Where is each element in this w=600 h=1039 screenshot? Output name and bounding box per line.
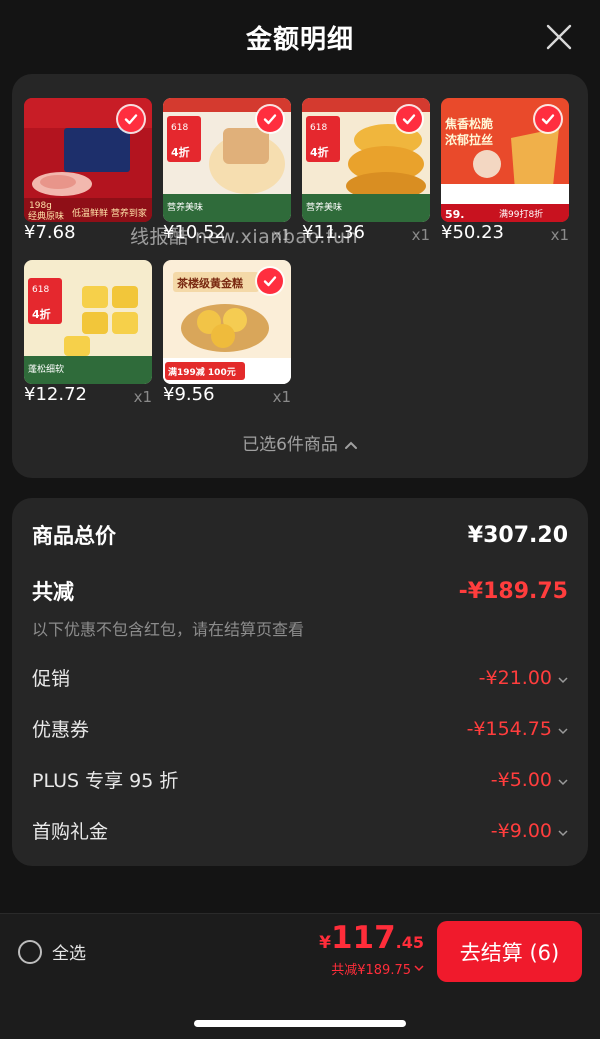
select-all-toggle[interactable]: 全选: [18, 939, 86, 964]
discount-item-value: -¥154.75: [466, 717, 552, 740]
discount-item-row[interactable]: PLUS 专享 95 折 -¥5.00: [32, 766, 568, 793]
discount-summary-label: 共减¥189.75: [331, 963, 411, 978]
product-image-text: 茶楼级黄金糕: [176, 276, 243, 290]
discount-item-value: -¥5.00: [490, 768, 552, 791]
discount-item-value: -¥9.00: [490, 819, 552, 842]
discount-summary-toggle[interactable]: 共减¥189.75: [331, 959, 424, 978]
selected-check-icon[interactable]: [257, 268, 283, 294]
discount-item-label: 优惠券: [32, 719, 90, 741]
product-item[interactable]: 198g 经典原味 低温鲜鲜 营养到家 ¥7.68: [24, 98, 152, 248]
discount-note: 以下优惠不包含红包，请在结算页查看: [32, 620, 305, 639]
product-image-text: 198g: [29, 201, 52, 211]
product-image-text: 营养美味: [306, 201, 342, 213]
selected-check-icon[interactable]: [118, 106, 144, 132]
chevron-up-icon: [344, 435, 358, 455]
chevron-down-icon: [414, 961, 424, 976]
page-title: 金额明细: [245, 24, 354, 55]
product-image-text: 经典原味: [28, 210, 64, 222]
discount-item-row[interactable]: 首购礼金 -¥9.00: [32, 817, 568, 844]
pay-amount-decimal: .45: [395, 933, 424, 952]
product-image-text: 618: [32, 285, 49, 295]
discount-item-label: PLUS 专享 95 折: [32, 770, 179, 792]
product-item[interactable]: 618 4折 蓬松细软 ¥12.72 x1: [24, 260, 152, 410]
product-quantity: x1: [272, 226, 291, 244]
product-price: ¥11.36: [302, 222, 365, 243]
discount-item-value: -¥21.00: [478, 666, 552, 689]
product-price: ¥10.52: [163, 222, 226, 243]
product-price: ¥12.72: [24, 384, 87, 405]
product-item[interactable]: 618 4折 营养美味 ¥10.52 x1: [163, 98, 291, 248]
discount-value: -¥189.75: [458, 578, 568, 604]
discount-item-label: 首购礼金: [32, 821, 109, 843]
chevron-down-icon: [558, 820, 568, 842]
product-image-text: 4折: [32, 307, 51, 321]
chevron-down-icon: [558, 718, 568, 740]
product-image-text: 浓郁拉丝: [445, 132, 493, 147]
products-card: 198g 经典原味 低温鲜鲜 营养到家 ¥7.68 618 4折 营养美味 ¥1…: [12, 74, 588, 478]
chevron-down-icon: [558, 667, 568, 689]
price-summary-card: 商品总价 ¥307.20 共减 -¥189.75 以下优惠不包含红包，请在结算页…: [12, 498, 588, 866]
product-price: ¥50.23: [441, 222, 504, 243]
pay-currency: ¥: [319, 933, 331, 953]
product-image-text: 618: [310, 123, 327, 133]
selected-check-icon[interactable]: [396, 106, 422, 132]
product-quantity: x1: [133, 388, 152, 406]
discount-item-row[interactable]: 促销 -¥21.00: [32, 664, 568, 691]
product-image-text: 59.: [445, 208, 465, 221]
product-quantity: x1: [272, 388, 291, 406]
product-image-text: 营养美味: [167, 201, 203, 213]
discount-label: 共减: [32, 580, 74, 604]
selected-check-icon[interactable]: [535, 106, 561, 132]
close-icon[interactable]: [544, 22, 574, 52]
checkout-button[interactable]: 去结算 (6): [437, 921, 582, 982]
product-price: ¥7.68: [24, 222, 76, 243]
selected-count-label: 已选6件商品: [242, 435, 338, 455]
product-item[interactable]: 焦香松脆 浓郁拉丝 59. 满99打8折 ¥50.23 x1: [441, 98, 569, 248]
product-image-text: 满199减 100元: [168, 366, 236, 378]
product-image[interactable]: 618 4折 蓬松细软: [24, 260, 152, 384]
home-indicator[interactable]: [194, 1020, 406, 1027]
discount-item-row[interactable]: 优惠券 -¥154.75: [32, 715, 568, 742]
total-value: ¥307.20: [467, 522, 568, 548]
header: 金额明细: [0, 0, 600, 74]
product-image-text: 满99打8折: [499, 208, 543, 220]
product-item[interactable]: 茶楼级黄金糕 满199减 100元 ¥9.56 x1: [163, 260, 291, 410]
product-image-text: 蓬松细软: [28, 363, 64, 375]
discount-item-label: 促销: [32, 668, 71, 690]
pay-amount-integer: 117: [330, 920, 396, 956]
product-image-text: 焦香松脆: [444, 116, 493, 131]
product-quantity: x1: [411, 226, 430, 244]
selected-count-toggle[interactable]: 已选6件商品: [12, 430, 588, 455]
select-all-radio[interactable]: [18, 939, 42, 964]
selected-check-icon[interactable]: [257, 106, 283, 132]
total-row: 商品总价 ¥307.20: [32, 520, 568, 550]
product-item[interactable]: 618 4折 营养美味 ¥11.36 x1: [302, 98, 430, 248]
product-image-text: 618: [171, 123, 188, 133]
select-all-label: 全选: [52, 944, 86, 964]
total-label: 商品总价: [32, 524, 116, 548]
product-price: ¥9.56: [163, 384, 215, 405]
pay-amount: ¥117.45: [319, 920, 424, 956]
product-image-text: 4折: [171, 145, 190, 159]
product-image-text: 4折: [310, 145, 329, 159]
product-quantity: x1: [550, 226, 569, 244]
chevron-down-icon: [558, 769, 568, 791]
product-image-text: 低温鲜鲜 营养到家: [72, 207, 147, 219]
discount-row: 共减 -¥189.75: [32, 576, 568, 606]
checkout-bar: 全选 ¥117.45 共减¥189.75 去结算 (6): [0, 913, 600, 1039]
